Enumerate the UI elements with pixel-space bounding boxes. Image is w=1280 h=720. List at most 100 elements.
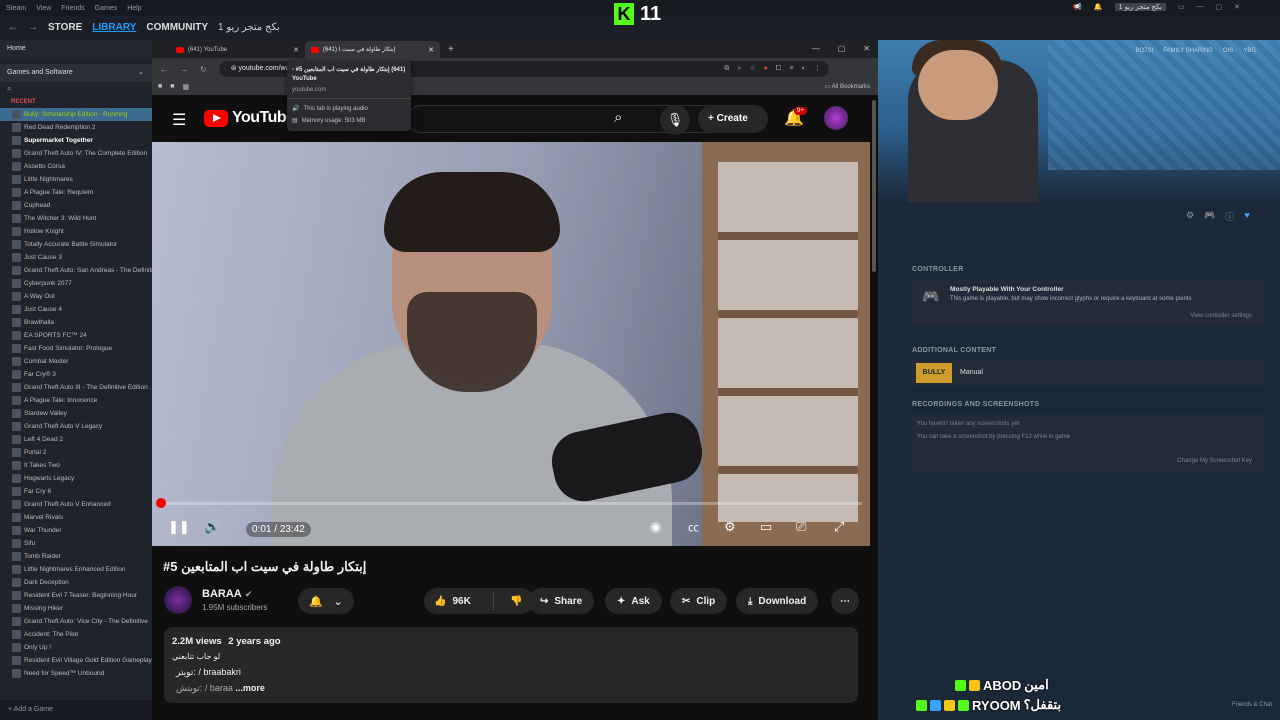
youtube-logo[interactable]: YouTube — [204, 109, 295, 127]
nav-library[interactable]: LIBRARY — [92, 22, 136, 33]
library-game-item[interactable]: Cuphead — [0, 199, 152, 212]
library-game-item[interactable]: Grand Theft Auto IV: The Complete Editio… — [0, 147, 152, 160]
library-game-item[interactable]: Just Cause 4 — [0, 303, 152, 316]
extensions-icon[interactable]: ⧠ — [776, 61, 782, 77]
steam-menu-view[interactable]: View — [36, 5, 51, 12]
steam-menu-friends[interactable]: Friends — [61, 5, 84, 12]
bell-icon[interactable]: 🔔 — [1094, 3, 1103, 11]
library-game-item[interactable]: Resident Evil Village Gold Edition Gamep… — [0, 654, 152, 667]
page-scrollbar[interactable] — [872, 100, 876, 272]
library-game-item[interactable]: Only Up ! — [0, 641, 152, 654]
hamburger-menu-icon[interactable]: ☰ — [172, 110, 186, 130]
dislike-button[interactable]: 👎 — [500, 596, 522, 607]
controller-icon[interactable]: 🎮 — [1204, 210, 1215, 223]
library-game-item[interactable]: Grand Theft Auto: Vice City - The Defini… — [0, 615, 152, 628]
steam-menu-help[interactable]: Help — [127, 5, 141, 12]
media-controls-icon[interactable]: ≡ — [789, 61, 793, 77]
cast-icon[interactable]: ⎚ — [796, 519, 806, 535]
manual-item[interactable]: BULLY Manual — [912, 360, 1264, 386]
library-game-item[interactable]: Hollow Knight — [0, 225, 152, 238]
library-game-item[interactable]: Hogwarts Legacy — [0, 472, 152, 485]
library-game-item[interactable]: Grand Theft Auto: San Andreas - The Defi… — [0, 264, 152, 277]
library-game-item[interactable]: A Way Out — [0, 290, 152, 303]
view-controller-settings-link[interactable]: View controller settings — [1190, 313, 1252, 319]
library-search[interactable]: ⌕ — [0, 82, 152, 96]
library-game-item[interactable]: Grand Theft Auto V Enhanced — [0, 498, 152, 511]
microphone-icon[interactable]: 🎙 — [660, 105, 690, 135]
nav-community[interactable]: COMMUNITY — [146, 22, 208, 33]
library-game-item[interactable]: Grand Theft Auto V Legacy — [0, 420, 152, 433]
like-button[interactable]: 👍 96K — [424, 592, 494, 610]
minimize-icon[interactable]: — — [1197, 3, 1204, 11]
library-game-item[interactable]: Resident Evil 7 Teaser: Beginning Hour — [0, 589, 152, 602]
bookmark-square-icon[interactable]: ■ — [158, 83, 162, 91]
clip-button[interactable]: ✂ Clip — [670, 588, 728, 614]
video-progress-bar[interactable] — [156, 498, 862, 508]
search-icon[interactable]: ⌕ — [614, 109, 622, 126]
monitor-icon[interactable]: ▭ — [1178, 3, 1185, 11]
tab-close-icon[interactable]: ✕ — [428, 46, 434, 54]
library-game-item[interactable]: A Plague Tale: Requiem — [0, 186, 152, 199]
all-bookmarks[interactable]: ▭ All Bookmarks — [825, 83, 870, 90]
reload-icon[interactable]: ↻ — [200, 65, 207, 74]
profile-icon[interactable]: ◐ — [801, 61, 805, 77]
library-game-item[interactable]: Bully: Scholarship Edition - Running — [0, 108, 152, 121]
change-screenshot-key-link[interactable]: Change My Screenshot Key — [1177, 458, 1252, 464]
close-icon[interactable]: ✕ — [1234, 3, 1240, 11]
steam-menu-steam[interactable]: Steam — [6, 5, 26, 12]
library-game-item[interactable]: Little Nightmares — [0, 173, 152, 186]
library-game-item[interactable]: Missing Hiker — [0, 602, 152, 615]
tab-youtube-video[interactable]: (641) إبتكار طاولة في سيت ا ✕ — [305, 41, 440, 58]
back-icon[interactable]: ← — [160, 65, 168, 74]
channel-avatar[interactable] — [164, 586, 192, 614]
library-game-item[interactable]: Left 4 Dead 2 — [0, 433, 152, 446]
forward-arrow-icon[interactable]: → — [28, 22, 38, 33]
create-button[interactable]: + Create — [698, 105, 768, 133]
maximize-icon[interactable]: ▢ — [1216, 3, 1223, 11]
nav-store[interactable]: STORE — [48, 22, 82, 33]
new-tab-plus-icon[interactable]: + — [440, 44, 462, 58]
hero-link-1[interactable]: BO7SI — [1136, 48, 1154, 54]
zoom-icon[interactable]: ⌕ — [737, 61, 741, 77]
tab-close-icon[interactable]: ✕ — [293, 46, 299, 54]
star-icon[interactable]: ☆ — [749, 61, 755, 77]
library-game-item[interactable]: Supermarket Together — [0, 134, 152, 147]
megaphone-icon[interactable]: 📢 — [1073, 3, 1082, 11]
forward-icon[interactable]: → — [180, 65, 188, 74]
settings-gear-icon[interactable]: ⚙ — [724, 519, 736, 535]
fullscreen-icon[interactable]: ⤢ — [834, 519, 844, 535]
library-game-item[interactable]: Sifu — [0, 537, 152, 550]
volume-icon[interactable]: 🔊 — [204, 519, 220, 535]
pause-icon[interactable]: ❚❚ — [168, 519, 190, 535]
site-info-icon[interactable]: ⊜ — [231, 65, 239, 72]
library-game-item[interactable]: EA SPORTS FC™ 24 — [0, 329, 152, 342]
library-game-item[interactable]: Need for Speed™ Unbound — [0, 667, 152, 680]
minimize-icon[interactable]: — — [812, 44, 820, 53]
maximize-icon[interactable]: ▢ — [838, 44, 846, 53]
library-game-item[interactable]: War Thunder — [0, 524, 152, 537]
library-game-item[interactable]: Cyberpunk 2077 — [0, 277, 152, 290]
captions-icon[interactable]: ㏄ — [688, 519, 699, 535]
library-game-item[interactable]: Little Nightmares Enhanced Edition — [0, 563, 152, 576]
hero-link-2[interactable]: FAMILY SHARING — [1163, 48, 1213, 54]
library-game-item[interactable]: Totally Accurate Battle Simulator — [0, 238, 152, 251]
library-game-item[interactable]: Stardew Valley — [0, 407, 152, 420]
library-game-item[interactable]: Combat Master — [0, 355, 152, 368]
library-game-item[interactable]: A Plague Tale: Innocence — [0, 394, 152, 407]
add-game-button[interactable]: + Add a Game — [0, 700, 152, 720]
more-actions-button[interactable]: ⋯ — [831, 588, 859, 614]
library-game-item[interactable]: Red Dead Redemption 2 — [0, 121, 152, 134]
library-filter-dropdown[interactable]: Games and Software ⌄ — [0, 64, 152, 82]
library-home[interactable]: Home — [0, 40, 152, 58]
heart-icon[interactable]: ♥ — [1244, 210, 1249, 223]
close-icon[interactable]: ✕ — [863, 44, 870, 53]
hero-link-4[interactable]: YBG — [1243, 48, 1256, 54]
back-arrow-icon[interactable]: ← — [8, 22, 18, 33]
share-button[interactable]: ↪ Share — [528, 588, 595, 614]
apps-grid-icon[interactable]: ▦ — [182, 83, 189, 91]
library-game-item[interactable]: Marvel Rivals — [0, 511, 152, 524]
video-description[interactable]: 2.2M views 2 years ago لو حاب تتابعني تو… — [164, 627, 858, 703]
library-game-item[interactable]: The Witcher 3: Wild Hunt — [0, 212, 152, 225]
install-icon[interactable]: ⧉ — [724, 61, 729, 77]
bookmark-square-icon[interactable]: ■ — [170, 83, 174, 91]
